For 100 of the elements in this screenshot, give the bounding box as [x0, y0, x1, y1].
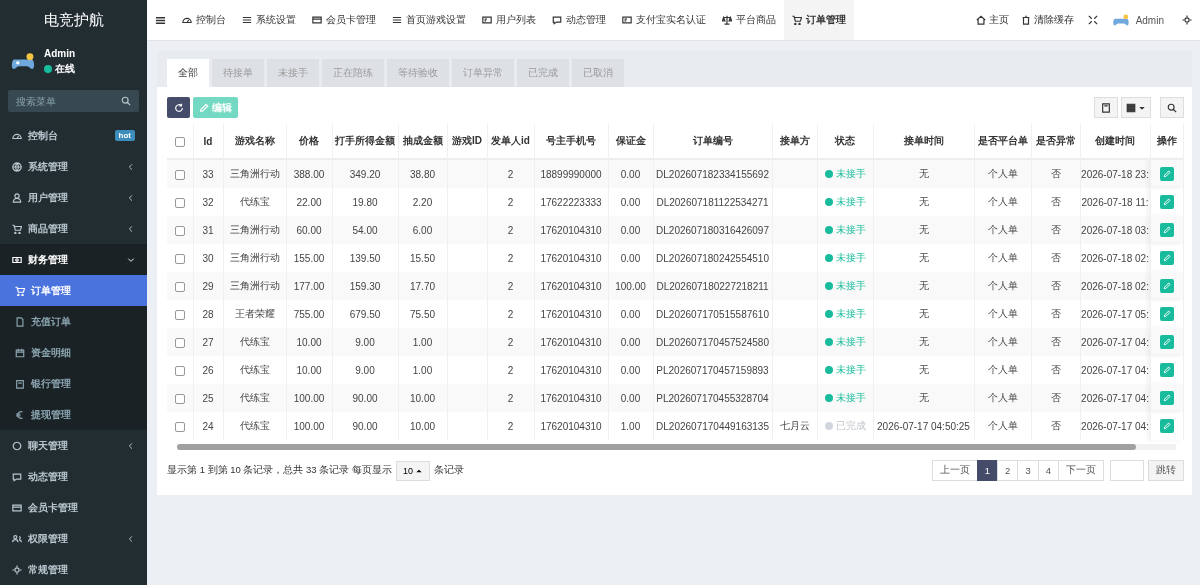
edit-row-button[interactable]	[1159, 279, 1174, 293]
table-cell: 29	[193, 272, 223, 300]
table-cell: DL202607180227218211	[653, 272, 772, 300]
edit-row-button[interactable]	[1159, 307, 1174, 321]
idcard-icon	[622, 15, 632, 25]
horizontal-scrollbar[interactable]	[177, 444, 1176, 450]
table-cell: 100.00	[286, 384, 332, 412]
sidebar-item[interactable]: 控制台 hot	[0, 120, 147, 151]
edit-row-button[interactable]	[1159, 419, 1174, 433]
edit-row-button[interactable]	[1159, 391, 1174, 405]
page-input[interactable]	[1110, 460, 1144, 481]
table-cell: 0.00	[608, 328, 653, 356]
refresh-button[interactable]	[167, 97, 190, 118]
page-button[interactable]: 4	[1037, 460, 1059, 481]
table-cell: 17620104310	[534, 328, 608, 356]
edit-row-button[interactable]	[1159, 167, 1174, 181]
table-cell: 17620104310	[534, 384, 608, 412]
edit-row-button[interactable]	[1159, 251, 1174, 265]
sidebar-subitem[interactable]: 资金明细	[0, 337, 147, 368]
table-cell: 个人单	[974, 272, 1031, 300]
table-cell: 2026-07-18 23:	[1080, 159, 1150, 188]
nav-link[interactable]: 清除缓存	[1014, 13, 1080, 27]
nav-tab[interactable]: 首页游戏设置	[384, 0, 474, 40]
nav-tab[interactable]: 支付宝实名认证	[614, 0, 714, 40]
search-icon	[121, 96, 131, 106]
nav-tab[interactable]: 用户列表	[474, 0, 544, 40]
jump-button[interactable]: 跳转	[1148, 460, 1184, 481]
pencil-icon	[1162, 226, 1171, 234]
pencil-icon	[1162, 198, 1171, 206]
nav-tab[interactable]: 动态管理	[544, 0, 614, 40]
edit-row-button[interactable]	[1159, 195, 1174, 209]
nav-tab[interactable]: 会员卡管理	[304, 0, 384, 40]
nav-tab[interactable]: 系统设置	[234, 0, 304, 40]
chevron-icon	[127, 162, 135, 171]
table-cell: 1.00	[608, 412, 653, 440]
row-checkbox[interactable]	[174, 169, 185, 180]
row-checkbox[interactable]	[174, 309, 185, 320]
user-name[interactable]: Admin	[1129, 14, 1174, 26]
user-icon	[12, 192, 22, 203]
nav-tab[interactable]: 平台商品	[714, 0, 784, 40]
table-cell: DL202607180316426097	[653, 216, 772, 244]
fullscreen-icon[interactable]	[1087, 15, 1098, 25]
columns-button[interactable]	[1121, 97, 1151, 118]
page-button[interactable]: 2	[997, 460, 1019, 481]
row-checkbox[interactable]	[174, 393, 185, 404]
table-cell: 个人单	[974, 384, 1031, 412]
list-icon	[242, 15, 252, 25]
table-cell: 2026-07-17 04:	[1080, 384, 1150, 412]
row-checkbox[interactable]	[174, 281, 185, 292]
edit-row-button[interactable]	[1159, 335, 1174, 349]
sidebar-subitem[interactable]: 充值订单	[0, 306, 147, 337]
sidebar-item[interactable]: 聊天管理	[0, 430, 147, 461]
card-icon	[12, 502, 22, 513]
table-cell: 代练宝	[223, 384, 286, 412]
filter-tab[interactable]: 全部	[167, 59, 209, 87]
sidebar-item[interactable]: 权限管理	[0, 523, 147, 554]
sidebar-item[interactable]: 商品管理	[0, 213, 147, 244]
search-button[interactable]	[1160, 97, 1184, 118]
gauge-icon	[182, 15, 192, 25]
trash-icon	[1020, 15, 1031, 25]
select-all-checkbox[interactable]	[174, 136, 185, 147]
row-checkbox[interactable]	[174, 197, 185, 208]
page-button[interactable]: 3	[1017, 460, 1039, 481]
scale-icon	[722, 15, 732, 25]
sidebar-item[interactable]: 用户管理	[0, 182, 147, 213]
table-cell: 个人单	[974, 328, 1031, 356]
sidebar-item[interactable]: 系统管理	[0, 151, 147, 182]
money-icon	[12, 254, 22, 265]
edit-row-button[interactable]	[1159, 363, 1174, 377]
nav-link[interactable]: 主页	[969, 13, 1015, 27]
page-button[interactable]: 1	[976, 460, 999, 481]
prev-page-button[interactable]: 上一页	[931, 460, 978, 481]
sidebar-item[interactable]: 会员卡管理	[0, 492, 147, 523]
table-cell: 三角洲行动	[223, 272, 286, 300]
next-page-button[interactable]: 下一页	[1058, 460, 1104, 481]
sidebar-subitem[interactable]: 银行管理	[0, 368, 147, 399]
nav-tab[interactable]: 订单管理	[784, 0, 854, 40]
table-cell: 0.00	[608, 384, 653, 412]
row-checkbox[interactable]	[174, 225, 185, 236]
row-checkbox[interactable]	[174, 421, 185, 432]
table-cell: 1.00	[398, 328, 447, 356]
edit-row-button[interactable]	[1159, 223, 1174, 237]
toggle-view-button[interactable]	[1094, 97, 1118, 118]
table-cell: 无	[873, 159, 974, 188]
row-checkbox[interactable]	[174, 337, 185, 348]
table-cell: 代练宝	[223, 328, 286, 356]
menu-search-field[interactable]: 搜索菜单	[8, 90, 139, 112]
table-cell: 17620104310	[534, 272, 608, 300]
menu-icon[interactable]	[155, 14, 166, 26]
sidebar-subitem[interactable]: 提现管理	[0, 399, 147, 430]
sidebar-item[interactable]: 常规管理	[0, 554, 147, 585]
pencil-icon	[1162, 366, 1171, 374]
row-checkbox[interactable]	[174, 253, 185, 264]
sidebar-item[interactable]: 财务管理	[0, 244, 147, 275]
page-size-dropdown[interactable]: 10	[395, 460, 430, 481]
row-checkbox[interactable]	[174, 365, 185, 376]
sidebar-item[interactable]: 动态管理	[0, 461, 147, 492]
chevron-icon	[127, 441, 135, 450]
sidebar-subitem[interactable]: 订单管理	[0, 275, 147, 306]
nav-tab[interactable]: 控制台	[174, 0, 234, 40]
